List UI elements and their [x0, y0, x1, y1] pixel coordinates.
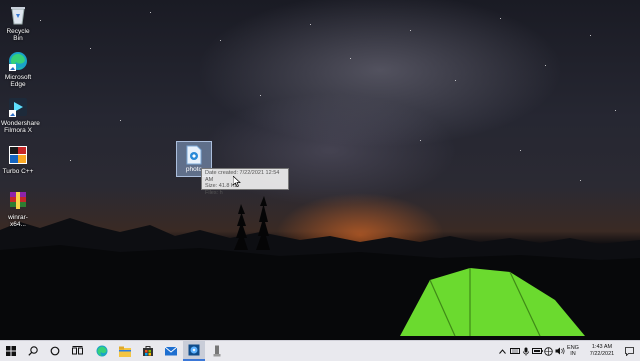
tooltip-size: Size: 41.8 KB — [205, 183, 239, 190]
desktop-icon-winrar[interactable]: winrar-x64... — [1, 190, 35, 228]
edge-icon — [7, 50, 29, 72]
winrar-icon — [7, 190, 29, 212]
microphone-icon — [523, 347, 529, 355]
file-info-tooltip: Date created: 7/22/2021 12:54 AM Size: 4… — [201, 168, 289, 196]
tooltip-date-created: Date created: 7/22/2021 12:54 AM — [205, 170, 280, 183]
clock-date: 7/22/2021 — [589, 351, 615, 357]
taskbar-app-store[interactable] — [137, 341, 159, 361]
cortana-button[interactable] — [44, 341, 66, 361]
mail-icon — [165, 346, 177, 356]
cortana-icon — [50, 346, 60, 356]
taskbar-app-mail[interactable] — [160, 341, 182, 361]
search-icon — [28, 346, 38, 356]
filmora-icon — [7, 96, 29, 118]
taskbar-app-file-explorer[interactable] — [114, 341, 136, 361]
volume-button[interactable] — [554, 347, 566, 355]
app-icon — [213, 345, 221, 357]
language-indicator[interactable]: ENG IN — [566, 345, 580, 358]
start-button[interactable] — [0, 341, 22, 361]
desktop-icon-edge[interactable]: Microsoft Edge — [1, 50, 35, 88]
taskbar-app-photos[interactable] — [183, 341, 205, 361]
notification-icon — [624, 346, 634, 356]
taskbar-app-edge[interactable] — [91, 341, 113, 361]
photos-icon — [188, 344, 200, 356]
desktop-icon-recycle-bin[interactable]: Recycle Bin — [1, 4, 35, 42]
keyboard-button[interactable] — [508, 348, 521, 354]
search-button[interactable] — [22, 341, 44, 361]
task-view-icon — [71, 346, 83, 355]
desktop-icon-label: Recycle Bin — [6, 28, 30, 42]
battery-button[interactable] — [531, 348, 543, 354]
photo-file-icon — [185, 145, 203, 165]
turbo-cpp-icon — [7, 144, 29, 166]
taskbar: ENG IN 1:43 AM 7/22/2021 — [0, 340, 640, 361]
desktop-icon-label: Microsoft Edge — [4, 74, 32, 88]
desktop-icon-label: Wondershare Filmora X — [1, 120, 40, 134]
file-explorer-icon — [119, 346, 131, 357]
desktop-icon-turbo-cpp[interactable]: Turbo C++ — [1, 144, 35, 175]
speaker-icon — [555, 347, 565, 355]
clock-time: 1:43 AM — [591, 344, 613, 350]
store-icon — [143, 346, 153, 356]
mouse-cursor-icon — [233, 176, 241, 187]
edge-icon — [96, 345, 108, 357]
taskbar-app-other[interactable] — [206, 341, 228, 361]
task-view-button[interactable] — [66, 341, 88, 361]
tooltip-files: Files: h — [205, 189, 223, 196]
notifications-button[interactable] — [620, 346, 638, 356]
system-tray: ENG IN 1:43 AM 7/22/2021 — [496, 341, 638, 361]
battery-icon — [531, 348, 543, 354]
desktop-icon-label: Turbo C++ — [2, 168, 34, 175]
keyboard-icon — [509, 348, 520, 354]
clock[interactable]: 1:43 AM 7/22/2021 — [584, 344, 620, 358]
microphone-button[interactable] — [521, 347, 531, 356]
network-globe-icon — [544, 346, 553, 356]
desktop-icon-label: winrar-x64... — [8, 214, 28, 228]
start-icon — [6, 346, 16, 356]
landscape-silhouette — [0, 196, 640, 340]
desktop-icon-filmora[interactable]: Wondershare Filmora X — [1, 96, 40, 134]
network-button[interactable] — [543, 346, 554, 356]
chevron-up-icon — [498, 348, 506, 354]
region-code: IN — [570, 351, 576, 357]
recycle-bin-icon — [7, 4, 29, 26]
show-hidden-icons-button[interactable] — [496, 348, 508, 354]
desktop: Recycle Bin Microsoft Edge Wondershare F… — [0, 0, 640, 340]
